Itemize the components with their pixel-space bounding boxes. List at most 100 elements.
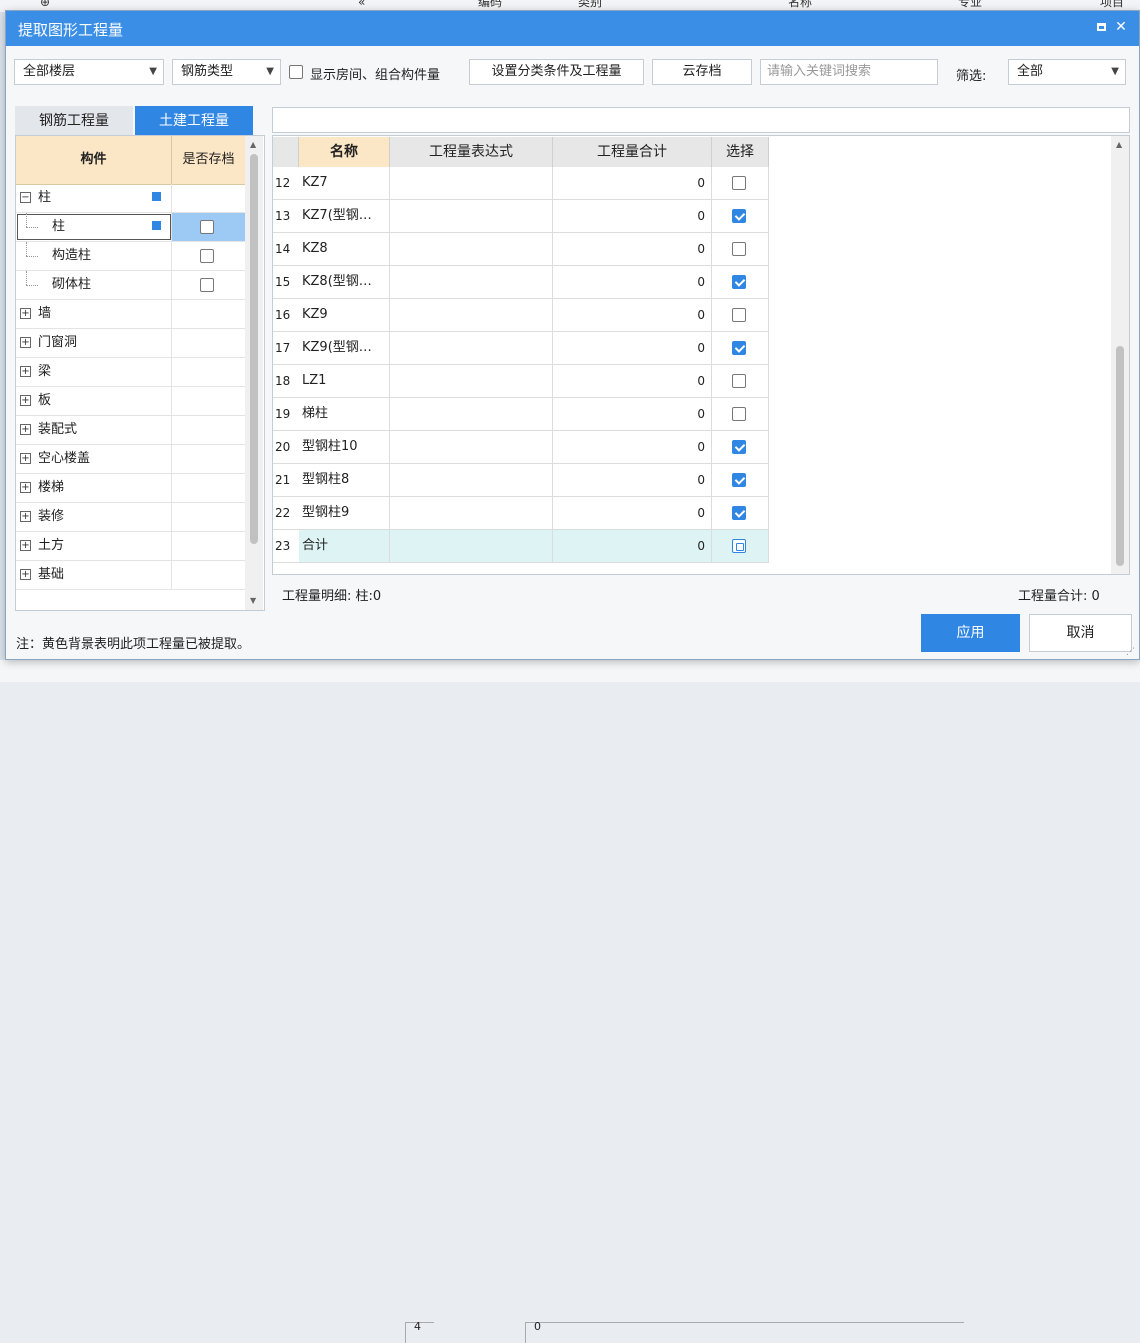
tree-item[interactable]: 柱: [16, 213, 245, 242]
expression-cell[interactable]: [390, 167, 553, 199]
select-checkbox[interactable]: [732, 308, 746, 322]
table-row[interactable]: 19 梯柱 0: [273, 398, 769, 431]
expression-cell[interactable]: [390, 530, 553, 562]
grid-header-name[interactable]: 名称: [299, 137, 390, 167]
link-icon[interactable]: [152, 192, 161, 201]
select-cell[interactable]: [712, 464, 769, 496]
cloud-archive-button[interactable]: 云存档: [652, 59, 752, 85]
expand-icon[interactable]: +: [20, 453, 31, 464]
tree-item[interactable]: + 墙: [16, 300, 245, 329]
table-row[interactable]: 20 型钢柱10 0: [273, 431, 769, 464]
tree-item[interactable]: + 板: [16, 387, 245, 416]
tree-item-name-cell[interactable]: + 空心楼盖: [16, 445, 172, 473]
table-row[interactable]: 14 KZ8 0: [273, 233, 769, 266]
archive-checkbox[interactable]: [200, 220, 214, 234]
select-checkbox[interactable]: [732, 407, 746, 421]
tree-item-name-cell[interactable]: + 土方: [16, 532, 172, 560]
maximize-icon[interactable]: [1094, 20, 1108, 34]
select-checkbox[interactable]: [732, 176, 746, 190]
tree-item[interactable]: 砌体柱: [16, 271, 245, 300]
expand-icon[interactable]: +: [20, 366, 31, 377]
select-cell[interactable]: [712, 497, 769, 529]
select-checkbox[interactable]: [732, 209, 746, 223]
tree-item-name-cell[interactable]: + 板: [16, 387, 172, 415]
select-cell[interactable]: [712, 233, 769, 265]
select-cell[interactable]: [712, 266, 769, 298]
apply-button[interactable]: 应用: [921, 614, 1020, 652]
table-row[interactable]: 22 型钢柱9 0: [273, 497, 769, 530]
name-cell[interactable]: 型钢柱8: [299, 464, 390, 496]
expression-cell[interactable]: [390, 464, 553, 496]
table-row[interactable]: 18 LZ1 0: [273, 365, 769, 398]
tree-scrollbar[interactable]: ▲ ▼: [245, 136, 263, 610]
name-cell[interactable]: KZ9(型钢…: [299, 332, 390, 364]
tree-item-name-cell[interactable]: 柱: [16, 213, 172, 241]
expand-icon[interactable]: +: [20, 540, 31, 551]
tree-item-name-cell[interactable]: + 墙: [16, 300, 172, 328]
total-row[interactable]: 23 合计 0: [273, 530, 769, 563]
table-row[interactable]: 15 KZ8(型钢… 0: [273, 266, 769, 299]
table-row[interactable]: 13 KZ7(型钢… 0: [273, 200, 769, 233]
expression-cell[interactable]: [390, 200, 553, 232]
table-row[interactable]: 12 KZ7 0: [273, 167, 769, 200]
name-cell[interactable]: KZ7: [299, 167, 390, 199]
expression-cell[interactable]: [390, 299, 553, 331]
tree-item[interactable]: − 柱: [16, 184, 245, 213]
expand-icon[interactable]: +: [20, 511, 31, 522]
tree-item[interactable]: + 空心楼盖: [16, 445, 245, 474]
dialog-titlebar[interactable]: 提取图形工程量 ✕: [6, 11, 1139, 46]
name-cell[interactable]: KZ8: [299, 233, 390, 265]
name-cell[interactable]: 型钢柱10: [299, 431, 390, 463]
archive-checkbox[interactable]: [200, 278, 214, 292]
name-cell[interactable]: 型钢柱9: [299, 497, 390, 529]
select-checkbox[interactable]: [732, 473, 746, 487]
select-cell[interactable]: [712, 398, 769, 430]
cancel-button[interactable]: 取消: [1029, 614, 1132, 652]
expression-cell[interactable]: [390, 431, 553, 463]
floor-select[interactable]: 全部楼层 ▼: [14, 59, 164, 85]
select-cell[interactable]: [712, 167, 769, 199]
rebar-type-select[interactable]: 钢筋类型 ▼: [172, 59, 281, 85]
tree-scrollbar-thumb[interactable]: [250, 154, 258, 544]
tree-item-name-cell[interactable]: 砌体柱: [16, 271, 172, 299]
select-cell[interactable]: [712, 431, 769, 463]
search-input[interactable]: 请输入关键词搜索: [760, 59, 938, 85]
select-checkbox[interactable]: [732, 275, 746, 289]
tree-item[interactable]: + 门窗洞: [16, 329, 245, 358]
name-cell[interactable]: KZ7(型钢…: [299, 200, 390, 232]
grid-header-total[interactable]: 工程量合计: [553, 137, 712, 167]
expression-cell[interactable]: [390, 233, 553, 265]
grid-header-select[interactable]: 选择: [712, 137, 769, 167]
select-checkbox[interactable]: [732, 539, 746, 553]
expression-cell[interactable]: [390, 365, 553, 397]
tab-civil-quantity[interactable]: 土建工程量: [135, 106, 253, 136]
name-cell[interactable]: KZ9: [299, 299, 390, 331]
expand-icon[interactable]: +: [20, 308, 31, 319]
select-checkbox[interactable]: [732, 440, 746, 454]
name-cell[interactable]: LZ1: [299, 365, 390, 397]
scroll-up-icon[interactable]: ▲: [1116, 140, 1122, 149]
select-cell[interactable]: [712, 530, 769, 562]
tree-item[interactable]: + 装配式: [16, 416, 245, 445]
select-cell[interactable]: [712, 200, 769, 232]
tree-item-name-cell[interactable]: + 装配式: [16, 416, 172, 444]
tree-item-name-cell[interactable]: + 基础: [16, 561, 172, 589]
tree-item[interactable]: + 楼梯: [16, 474, 245, 503]
table-row[interactable]: 17 KZ9(型钢… 0: [273, 332, 769, 365]
expression-cell[interactable]: [390, 332, 553, 364]
scroll-up-icon[interactable]: ▲: [250, 140, 256, 149]
scroll-down-icon[interactable]: ▼: [250, 596, 256, 605]
resize-grip-icon[interactable]: ⋰: [1126, 647, 1135, 657]
tree-item[interactable]: 构造柱: [16, 242, 245, 271]
name-cell[interactable]: 合计: [299, 530, 390, 562]
collapse-icon[interactable]: −: [20, 192, 31, 203]
expression-cell[interactable]: [390, 266, 553, 298]
select-checkbox[interactable]: [732, 242, 746, 256]
expand-icon[interactable]: +: [20, 482, 31, 493]
tree-item[interactable]: + 梁: [16, 358, 245, 387]
expand-icon[interactable]: +: [20, 395, 31, 406]
tree-item-name-cell[interactable]: + 梁: [16, 358, 172, 386]
select-cell[interactable]: [712, 332, 769, 364]
grid-scrollbar[interactable]: ▲: [1111, 136, 1129, 574]
expression-cell[interactable]: [390, 398, 553, 430]
